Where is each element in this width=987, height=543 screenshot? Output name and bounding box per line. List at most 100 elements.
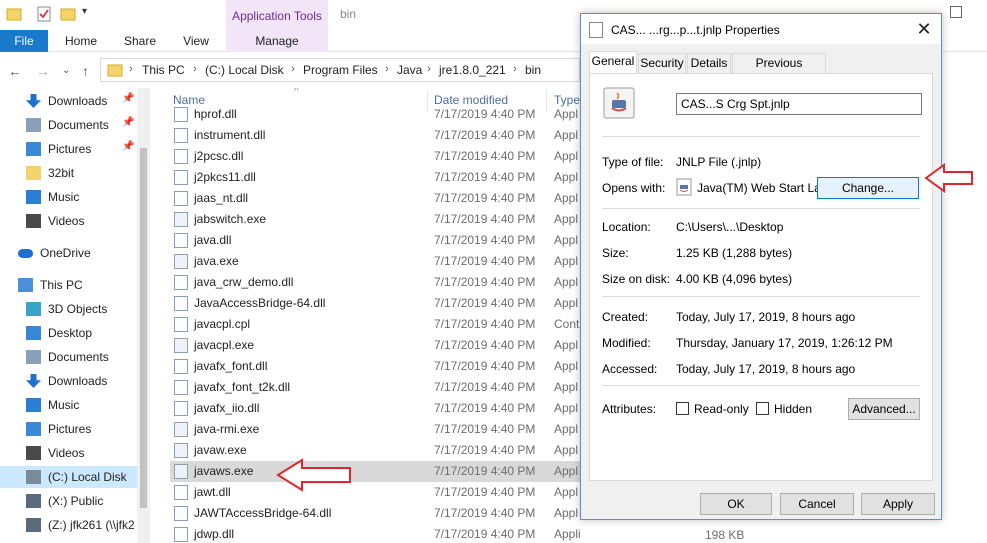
file-row[interactable]: jabswitch.exe 7/17/2019 4:40 PM Appl	[170, 209, 580, 230]
sidebar-item-downloads[interactable]: Downloads 📌	[0, 90, 150, 112]
sidebar-item-videos[interactable]: Videos	[0, 210, 150, 232]
file-type: Appl	[554, 107, 579, 121]
tab-general[interactable]: General	[589, 51, 637, 74]
file-row[interactable]: instrument.dll 7/17/2019 4:40 PM Appl	[170, 125, 580, 146]
new-folder-icon[interactable]	[60, 6, 76, 22]
quick-access-dropdown-icon[interactable]: ▾	[82, 6, 87, 17]
file-row[interactable]: javacpl.cpl 7/17/2019 4:40 PM Cont	[170, 314, 580, 335]
close-icon[interactable]: ✕	[913, 19, 935, 40]
file-row[interactable]: java.exe 7/17/2019 4:40 PM Appl	[170, 251, 580, 272]
location-label: Location:	[602, 220, 651, 234]
file-name: javafx_font_t2k.dll	[194, 380, 291, 394]
sidebar-item-3d-objects[interactable]: 3D Objects	[0, 298, 150, 320]
tab-security[interactable]: Security	[638, 53, 686, 73]
dll-file-icon	[174, 359, 188, 374]
breadcrumb-local-disk[interactable]: (C:) Local Disk	[205, 63, 284, 77]
forward-arrow-icon[interactable]: →	[36, 63, 50, 79]
pictures-icon	[26, 422, 41, 436]
file-row[interactable]: jaas_nt.dll 7/17/2019 4:40 PM Appl	[170, 188, 580, 209]
file-row[interactable]: java.dll 7/17/2019 4:40 PM Appl	[170, 230, 580, 251]
file-row[interactable]: jdwp.dll 7/17/2019 4:40 PM Application ext…	[170, 524, 580, 543]
back-arrow-icon[interactable]: ←	[8, 63, 22, 79]
ok-button[interactable]: OK	[700, 493, 772, 515]
sidebar-item-music[interactable]: Music	[0, 394, 150, 416]
breadcrumb-java[interactable]: Java	[397, 63, 422, 77]
recent-locations-icon[interactable]: ⌄	[62, 65, 70, 76]
sidebar-item-videos[interactable]: Videos	[0, 442, 150, 464]
apply-button[interactable]: Apply	[861, 493, 935, 515]
file-type: Appl	[554, 464, 579, 478]
dll-file-icon	[174, 128, 188, 143]
sidebar-item-downloads[interactable]: Downloads	[0, 370, 150, 392]
address-bar[interactable]: › This PC › (C:) Local Disk › Program Fi…	[100, 58, 580, 82]
cancel-button[interactable]: Cancel	[780, 493, 854, 515]
modified-value: Thursday, January 17, 2019, 1:26:12 PM	[676, 336, 893, 350]
breadcrumb-jre[interactable]: jre1.8.0_221	[439, 63, 506, 77]
properties-check-icon[interactable]	[36, 6, 52, 22]
sidebar-item-pictures[interactable]: Pictures	[0, 418, 150, 440]
file-type: Appl	[554, 128, 579, 142]
breadcrumb-bin[interactable]: bin	[525, 63, 541, 77]
file-type: Appl	[554, 149, 579, 163]
java-app-icon	[676, 178, 692, 196]
sidebar-item-z-jfk261-jfk2[interactable]: (Z:) jfk261 (\\jfk2	[0, 514, 150, 536]
attributes-label: Attributes:	[602, 402, 657, 416]
sidebar-item-onedrive[interactable]: OneDrive	[0, 242, 150, 264]
maximize-icon[interactable]	[950, 6, 962, 18]
dll-file-icon	[174, 485, 188, 500]
navigation-scrollbar[interactable]	[137, 88, 150, 543]
file-name: j2pkcs11.dll	[194, 170, 256, 184]
file-row[interactable]: j2pkcs11.dll 7/17/2019 4:40 PM Appl	[170, 167, 580, 188]
up-arrow-icon[interactable]: ↑	[82, 63, 89, 79]
tab-view[interactable]: View	[176, 30, 216, 52]
dll-file-icon	[174, 275, 188, 290]
scrollbar-thumb[interactable]	[140, 148, 147, 508]
file-type: Cont	[554, 317, 580, 331]
dll-file-icon	[174, 317, 188, 332]
sidebar-item-documents[interactable]: Documents	[0, 346, 150, 368]
tab-details[interactable]: Details	[687, 53, 731, 73]
filename-field[interactable]: CAS...S Crg Spt.jnlp	[676, 93, 922, 115]
file-row[interactable]: javaws.exe 7/17/2019 4:40 PM Appl	[170, 461, 580, 482]
file-row[interactable]: javafx_font.dll 7/17/2019 4:40 PM Appl	[170, 356, 580, 377]
sidebar-item-x-public[interactable]: (X:) Public	[0, 490, 150, 512]
folder-icon	[107, 64, 123, 77]
annotation-arrow-icon	[276, 458, 351, 492]
breadcrumb-program-files[interactable]: Program Files	[303, 63, 378, 77]
file-row[interactable]: javafx_font_t2k.dll 7/17/2019 4:40 PM Appl	[170, 377, 580, 398]
sidebar-item-desktop[interactable]: Desktop	[0, 322, 150, 344]
file-row[interactable]: javacpl.exe 7/17/2019 4:40 PM Appl	[170, 335, 580, 356]
sidebar-item-pictures[interactable]: Pictures 📌	[0, 138, 150, 160]
tab-previous-versions[interactable]: Previous Versions	[732, 53, 826, 88]
file-row[interactable]: JavaAccessBridge-64.dll 7/17/2019 4:40 PM…	[170, 293, 580, 314]
breadcrumb-separator-icon: ›	[193, 63, 197, 75]
size-on-disk-label: Size on disk:	[602, 272, 671, 286]
readonly-checkbox[interactable]	[676, 402, 689, 415]
sidebar-item-32bit[interactable]: 32bit	[0, 162, 150, 184]
change-button[interactable]: Change...	[817, 177, 919, 199]
sidebar-item-label: Pictures	[48, 142, 92, 156]
file-row[interactable]: hprof.dll 7/17/2019 4:40 PM Appl	[170, 104, 580, 125]
tab-file[interactable]: File	[0, 30, 48, 52]
file-name: jabswitch.exe	[194, 212, 267, 226]
file-row[interactable]: jawt.dll 7/17/2019 4:40 PM Appl	[170, 482, 580, 503]
tab-home[interactable]: Home	[58, 30, 104, 52]
sidebar-item-music[interactable]: Music	[0, 186, 150, 208]
file-row[interactable]: javaw.exe 7/17/2019 4:40 PM Appl	[170, 440, 580, 461]
hidden-checkbox[interactable]	[756, 402, 769, 415]
file-type: Appl	[554, 212, 579, 226]
file-name: jdwp.dll	[194, 527, 235, 541]
sidebar-item-this-pc[interactable]: This PC	[0, 274, 150, 296]
advanced-button[interactable]: Advanced...	[848, 398, 920, 420]
cube-icon	[26, 302, 41, 316]
file-row[interactable]: java-rmi.exe 7/17/2019 4:40 PM Appl	[170, 419, 580, 440]
sidebar-item-c-local-disk[interactable]: (C:) Local Disk	[0, 466, 150, 488]
file-row[interactable]: javafx_iio.dll 7/17/2019 4:40 PM Appl	[170, 398, 580, 419]
breadcrumb-this-pc[interactable]: This PC	[142, 63, 185, 77]
file-row[interactable]: java_crw_demo.dll 7/17/2019 4:40 PM Appl	[170, 272, 580, 293]
sidebar-item-documents[interactable]: Documents 📌	[0, 114, 150, 136]
file-row[interactable]: j2pcsc.dll 7/17/2019 4:40 PM Appl	[170, 146, 580, 167]
file-row[interactable]: JAWTAccessBridge-64.dll 7/17/2019 4:40 PM…	[170, 503, 580, 524]
tab-manage[interactable]: Manage	[226, 30, 328, 52]
tab-share[interactable]: Share	[118, 30, 162, 52]
